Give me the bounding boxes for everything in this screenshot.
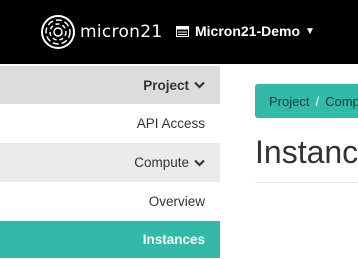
sidebar-item-label: Overview <box>148 194 205 209</box>
sidebar-item-label: Instances <box>142 232 205 247</box>
sidebar-item-label: Project <box>143 77 189 93</box>
caret-down-icon: ▼ <box>305 25 315 37</box>
chevron-down-icon <box>194 159 205 167</box>
sidebar-item-label: API Access <box>136 116 205 131</box>
breadcrumb-item-project[interactable]: Project <box>269 94 309 109</box>
project-switcher-label: Micron21-Demo <box>195 23 301 39</box>
breadcrumb: Project / Comp <box>255 84 358 118</box>
sidebar-item-label: Compute <box>134 155 189 170</box>
sidebar: Project API Access Compute Overview Inst… <box>0 64 220 259</box>
top-navbar: micron21 Micron21-Demo ▼ <box>0 0 358 64</box>
breadcrumb-separator: / <box>315 93 320 109</box>
breadcrumb-item-compute[interactable]: Comp <box>325 94 358 109</box>
project-icon <box>176 25 189 37</box>
main-content: Project / Comp Instanc <box>220 64 358 259</box>
brand-name: micron21 <box>80 22 163 42</box>
sidebar-item-instances[interactable]: Instances <box>0 221 220 258</box>
title-divider <box>255 182 358 183</box>
chevron-down-icon <box>194 81 205 89</box>
sidebar-item-overview[interactable]: Overview <box>0 182 220 221</box>
page-title: Instanc <box>255 134 358 170</box>
project-switcher[interactable]: Micron21-Demo ▼ <box>176 23 315 39</box>
sidebar-item-api-access[interactable]: API Access <box>0 104 220 143</box>
sidebar-item-compute[interactable]: Compute <box>0 143 220 182</box>
brand-logo[interactable]: micron21 <box>40 14 162 50</box>
sidebar-item-project[interactable]: Project <box>0 66 220 104</box>
micron21-logo-icon <box>41 15 75 49</box>
